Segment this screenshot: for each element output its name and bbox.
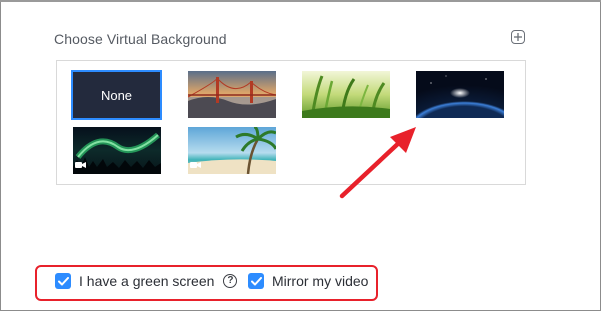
background-thumb-aurora[interactable] [73, 127, 161, 174]
green-screen-label: I have a green screen [79, 273, 215, 289]
annotation-arrow [339, 127, 416, 199]
mirror-video-option: Mirror my video [248, 273, 368, 289]
mirror-video-label: Mirror my video [272, 273, 369, 289]
add-background-button[interactable] [511, 30, 525, 44]
background-thumb-golden-gate-bridge[interactable] [188, 71, 276, 118]
video-camera-icon [75, 162, 86, 168]
none-label: None [100, 87, 133, 103]
beach-image [188, 127, 276, 174]
aurora-image [73, 127, 161, 174]
background-thumb-grass[interactable] [302, 71, 390, 118]
panel-top-edge [0, 0, 601, 2]
checkmark-icon [57, 276, 69, 285]
earth-image [416, 71, 504, 118]
background-thumb-beach[interactable] [188, 127, 276, 174]
checkmark-icon [250, 276, 262, 285]
green-screen-option: I have a green screen ? [55, 273, 238, 289]
background-thumb-none[interactable]: None [71, 70, 162, 120]
question-circle-icon[interactable]: ? [223, 274, 238, 288]
background-thumb-earth[interactable] [416, 71, 504, 118]
plus-square-icon [514, 33, 522, 41]
video-camera-icon [190, 162, 201, 168]
golden-gate-image [188, 71, 276, 118]
green-screen-checkbox[interactable] [55, 273, 71, 289]
grass-image [302, 71, 390, 118]
virtual-background-heading: Choose Virtual Background [54, 31, 227, 47]
mirror-video-checkbox[interactable] [248, 273, 264, 289]
